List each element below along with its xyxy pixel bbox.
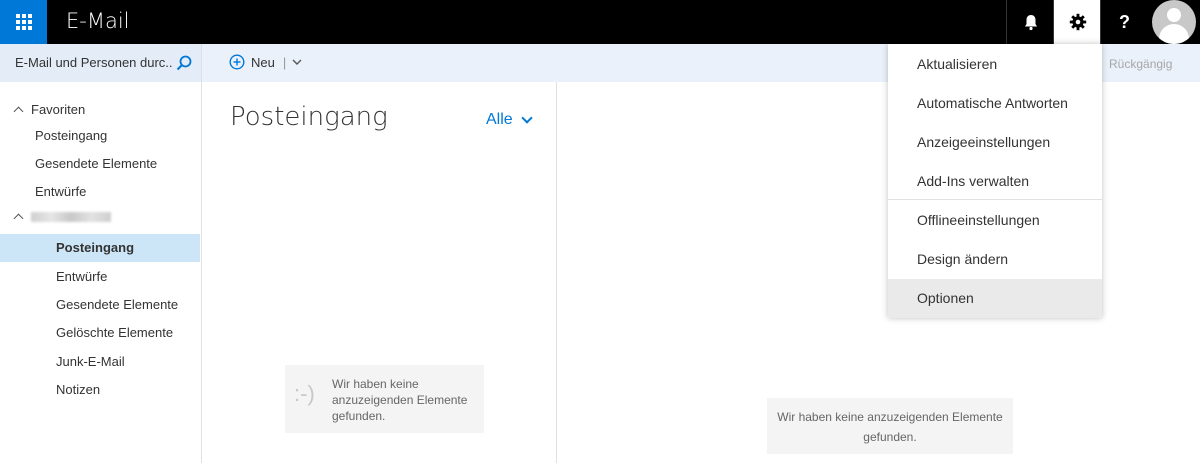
- new-label: Neu: [251, 54, 275, 70]
- app-title: E-Mail: [66, 9, 130, 33]
- message-list: Posteingang Alle :-) Wir haben keine anz…: [202, 82, 557, 463]
- gear-icon: [1069, 13, 1086, 31]
- settings-menu: Aktualisieren Automatische Antworten Anz…: [888, 44, 1102, 318]
- folder-deleted[interactable]: Gelöschte Elemente: [56, 325, 173, 340]
- account-header[interactable]: [13, 212, 111, 224]
- favorite-inbox[interactable]: Posteingang: [35, 128, 107, 143]
- bell-icon: [1024, 14, 1037, 30]
- menu-item-manage-addins[interactable]: Add-Ins verwalten: [888, 162, 1102, 201]
- menu-item-change-theme[interactable]: Design ändern: [888, 240, 1102, 279]
- folder-nav: Favoriten Posteingang Gesendete Elemente…: [0, 82, 202, 463]
- top-bar: E-Mail ?: [0, 0, 1200, 44]
- undo-button[interactable]: Rückgängig: [1109, 57, 1172, 71]
- menu-divider: [888, 199, 1102, 200]
- menu-item-offline-settings[interactable]: Offlineeinstellungen: [888, 201, 1102, 240]
- search-icon[interactable]: [176, 55, 192, 71]
- menu-item-options[interactable]: Optionen: [888, 279, 1102, 318]
- notifications-button[interactable]: [1006, 0, 1054, 44]
- folder-notes[interactable]: Notizen: [56, 382, 100, 397]
- filter-dropdown[interactable]: Alle: [486, 111, 533, 129]
- empty-list-text: Wir haben keine anzuzeigenden Elemente g…: [332, 377, 468, 423]
- folder-junk[interactable]: Junk-E-Mail: [56, 354, 125, 369]
- collapse-caret-icon: [13, 213, 24, 224]
- folder-drafts[interactable]: Entwürfe: [56, 269, 107, 284]
- filter-label: Alle: [486, 111, 513, 128]
- search-box[interactable]: E-Mail und Personen durc...: [0, 44, 202, 82]
- question-icon: ?: [1119, 11, 1130, 32]
- reading-pane-empty-message: Wir haben keine anzuzeigenden Elemente g…: [767, 398, 1013, 454]
- menu-item-automatic-replies[interactable]: Automatische Antworten: [888, 84, 1102, 123]
- chevron-down-icon: [521, 111, 533, 124]
- favorites-label: Favoriten: [31, 102, 86, 117]
- folder-sent[interactable]: Gesendete Elemente: [56, 297, 178, 312]
- favorite-sent[interactable]: Gesendete Elemente: [35, 156, 157, 171]
- collapse-caret-icon: [13, 106, 24, 116]
- favorite-drafts[interactable]: Entwürfe: [35, 184, 86, 199]
- chevron-down-icon[interactable]: [292, 58, 302, 66]
- smiley-icon: :-): [294, 381, 315, 406]
- app-launcher-button[interactable]: [0, 0, 47, 44]
- new-button[interactable]: Neu |: [229, 54, 302, 70]
- search-input[interactable]: E-Mail und Personen durc...: [15, 55, 173, 70]
- avatar: [1152, 0, 1196, 44]
- empty-list-message: :-) Wir haben keine anzuzeigenden Elemen…: [285, 365, 484, 433]
- account-name-redacted: [31, 212, 111, 222]
- menu-item-refresh[interactable]: Aktualisieren: [888, 45, 1102, 84]
- account-button[interactable]: [1148, 0, 1200, 44]
- app-launcher-icon: [15, 14, 32, 30]
- menu-item-display-settings[interactable]: Anzeigeeinstellungen: [888, 123, 1102, 162]
- new-separator: |: [282, 54, 287, 70]
- help-button[interactable]: ?: [1100, 0, 1148, 44]
- favorites-header[interactable]: Favoriten: [13, 102, 86, 117]
- settings-button[interactable]: [1053, 0, 1101, 44]
- folder-inbox[interactable]: Posteingang: [56, 240, 134, 255]
- list-title: Posteingang: [230, 102, 388, 132]
- plus-circle-icon: [229, 54, 245, 70]
